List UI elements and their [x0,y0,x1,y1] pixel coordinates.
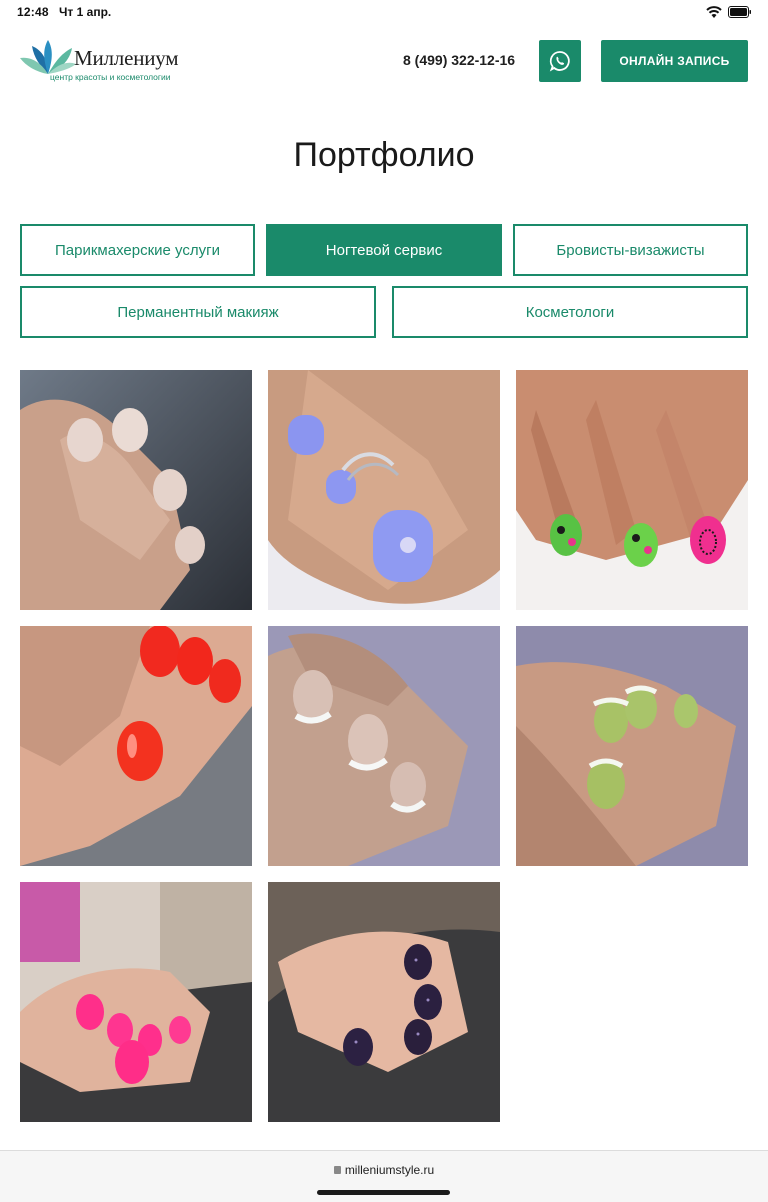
status-time: 12:48 [17,5,49,19]
site-header: Миллениум центр красоты и косметологии 8… [0,36,768,86]
online-booking-button[interactable]: ОНЛАЙН ЗАПИСЬ [601,40,748,82]
logo-tagline: центр красоты и косметологии [50,72,171,82]
portfolio-photo[interactable] [20,882,252,1122]
whatsapp-icon [549,51,570,72]
battery-icon [728,6,751,18]
portfolio-photo[interactable] [20,370,252,610]
tab-brow-makeup[interactable]: Бровисты-визажисты [513,224,748,276]
tab-permanent-makeup[interactable]: Перманентный макияж [20,286,376,338]
portfolio-photo[interactable] [516,626,748,866]
lock-icon [333,1166,341,1174]
logo-name: Миллениум [74,46,179,70]
status-date: Чт 1 апр. [59,5,112,19]
portfolio-photo[interactable] [268,882,500,1122]
phone-link[interactable]: 8 (499) 322-12-16 [403,52,515,68]
portfolio-photo[interactable] [268,370,500,610]
url-text: milleniumstyle.ru [344,1163,435,1177]
wifi-icon [706,6,722,18]
portfolio-photo[interactable] [20,626,252,866]
tab-hairdressing[interactable]: Парикмахерские услуги [20,224,255,276]
portfolio-photo[interactable] [516,370,748,610]
browser-url-bar[interactable]: milleniumstyle.ru [0,1150,768,1202]
tab-cosmetologists[interactable]: Косметологи [392,286,748,338]
portfolio-photo[interactable] [268,626,500,866]
page-title: Портфолио [293,136,475,174]
logo[interactable]: Миллениум центр красоты и косметологии [20,40,190,84]
whatsapp-button[interactable] [539,40,581,82]
tab-nail-service[interactable]: Ногтевой сервис [266,224,502,276]
home-indicator[interactable] [317,1190,450,1195]
status-bar: 12:48 Чт 1 апр. [0,0,768,24]
